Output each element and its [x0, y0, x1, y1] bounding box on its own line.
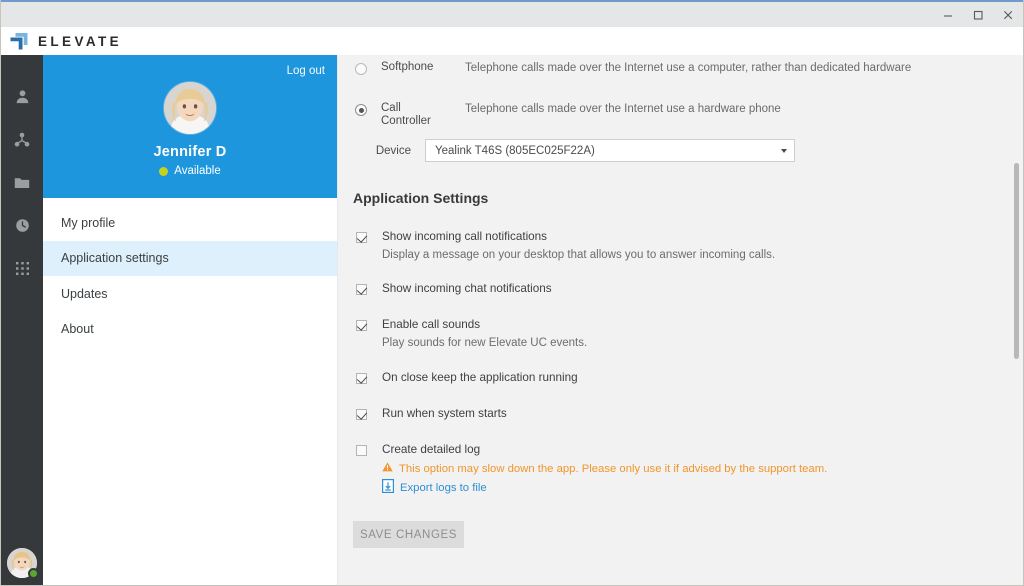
option-label: On close keep the application running: [382, 371, 578, 384]
option-create-detailed-log: Create detailed log This option may slow…: [353, 443, 1023, 496]
call-controller-label-line2: Controller: [381, 115, 431, 127]
profile-card: Log out Jennifer D Available: [43, 55, 337, 198]
rail-item-files[interactable]: [1, 161, 43, 204]
rail-avatar[interactable]: [7, 548, 39, 579]
option-row[interactable]: Enable call sounds: [353, 318, 1023, 332]
availability-dot-icon: [159, 166, 169, 176]
settings-menu: My profile Application settings Updates …: [43, 198, 337, 585]
menu-item-updates[interactable]: Updates: [43, 276, 337, 312]
logout-link[interactable]: Log out: [287, 65, 325, 77]
app-body: Log out Jennifer D Available My profile …: [1, 55, 1023, 585]
softphone-option-row[interactable]: Softphone Telephone calls made over the …: [353, 61, 1023, 75]
menu-item-my-profile[interactable]: My profile: [43, 205, 337, 241]
rail-item-history[interactable]: [1, 204, 43, 247]
rail-item-dialpad[interactable]: [1, 247, 43, 290]
create-detailed-log-checkbox[interactable]: [356, 445, 367, 456]
brand-bar: ELEVATE: [1, 27, 1023, 55]
call-controller-option-row[interactable]: Call Controller Telephone calls made ove…: [353, 102, 1023, 128]
option-row[interactable]: Show incoming chat notifications: [353, 282, 1023, 296]
on-close-keep-running-checkbox[interactable]: [356, 373, 367, 384]
rail-item-contacts[interactable]: [1, 75, 43, 118]
presence-dot: [28, 568, 39, 579]
clock-history-icon: [15, 218, 30, 233]
option-enable-call-sounds: Enable call sounds Play sounds for new E…: [353, 318, 1023, 350]
profile-name: Jennifer D: [153, 144, 227, 160]
folder-icon: [14, 176, 30, 190]
application-settings-title: Application Settings: [353, 190, 489, 206]
menu-item-label: My profile: [61, 215, 116, 230]
chevron-down-icon: [781, 148, 787, 153]
run-when-system-starts-checkbox[interactable]: [356, 409, 367, 420]
show-incoming-call-notifications-checkbox[interactable]: [356, 232, 367, 243]
detailed-log-warning-text: This option may slow down the app. Pleas…: [399, 462, 828, 475]
content-scrollbar[interactable]: [1009, 55, 1023, 585]
call-controller-label-line1: Call: [381, 102, 401, 114]
application-window: ELEVATE Log out Jennifer D Available My …: [0, 0, 1024, 586]
menu-item-label: About: [61, 322, 94, 337]
export-logs-to-file-link[interactable]: Export logs to file: [400, 482, 487, 494]
left-panel: Log out Jennifer D Available My profile …: [43, 55, 338, 585]
group-contacts-icon: [14, 132, 30, 148]
minimize-button[interactable]: [933, 2, 963, 27]
detailed-log-warning: This option may slow down the app. Pleas…: [353, 462, 1023, 475]
softphone-radio[interactable]: [355, 63, 367, 75]
warning-triangle-icon: [382, 462, 399, 475]
option-row[interactable]: On close keep the application running: [353, 371, 1023, 385]
profile-avatar[interactable]: [164, 82, 216, 134]
option-run-when-system-starts: Run when system starts: [353, 407, 1023, 421]
softphone-description: Telephone calls made over the Internet u…: [465, 62, 912, 74]
export-logs-row[interactable]: Export logs to file: [353, 479, 1023, 496]
scrollbar-thumb[interactable]: [1014, 163, 1019, 359]
window-titlebar: [1, 0, 1023, 27]
option-label: Create detailed log: [382, 443, 481, 456]
menu-item-label: Application settings: [61, 251, 169, 266]
maximize-button[interactable]: [963, 2, 993, 27]
elevate-logo-icon: [9, 32, 29, 50]
rail-item-groups[interactable]: [1, 118, 43, 161]
menu-item-about[interactable]: About: [43, 312, 337, 348]
option-label: Enable call sounds: [382, 318, 481, 331]
document-download-icon: [382, 479, 400, 496]
option-show-incoming-chat-notifications: Show incoming chat notifications: [353, 282, 1023, 296]
menu-item-label: Updates: [61, 286, 108, 301]
option-sublabel: Play sounds for new Elevate UC events.: [382, 337, 588, 349]
call-controller-label: Call Controller: [381, 102, 443, 128]
show-incoming-chat-notifications-checkbox[interactable]: [356, 284, 367, 295]
icon-rail: [1, 55, 43, 585]
close-button[interactable]: [993, 2, 1023, 27]
option-label: Show incoming chat notifications: [382, 282, 552, 295]
dialpad-icon: [15, 261, 30, 276]
profile-status-label: Available: [174, 165, 221, 177]
settings-content: Softphone Telephone calls made over the …: [338, 55, 1023, 585]
call-controller-description: Telephone calls made over the Internet u…: [465, 103, 781, 115]
enable-call-sounds-checkbox[interactable]: [356, 320, 367, 331]
profile-status: Available: [159, 165, 221, 177]
option-on-close-keep-running: On close keep the application running: [353, 371, 1023, 385]
menu-item-application-settings[interactable]: Application settings: [43, 240, 337, 276]
softphone-label: Softphone: [381, 61, 434, 73]
brand-name: ELEVATE: [38, 33, 123, 49]
device-row: Device Yealink T46S (805EC025F22A): [353, 139, 1023, 162]
call-controller-radio[interactable]: [355, 104, 367, 116]
person-icon: [15, 89, 30, 104]
option-row[interactable]: Run when system starts: [353, 407, 1023, 421]
option-row[interactable]: Create detailed log: [353, 443, 1023, 457]
option-show-incoming-call-notifications: Show incoming call notifications Display…: [353, 230, 1023, 262]
save-changes-button[interactable]: SAVE CHANGES: [353, 521, 464, 548]
device-select[interactable]: Yealink T46S (805EC025F22A): [425, 139, 795, 162]
device-label: Device: [375, 144, 411, 157]
option-sublabel: Display a message on your desktop that a…: [382, 249, 776, 261]
option-label: Run when system starts: [382, 407, 507, 420]
device-select-value: Yealink T46S (805EC025F22A): [435, 144, 595, 157]
option-row[interactable]: Show incoming call notifications: [353, 230, 1023, 244]
option-label: Show incoming call notifications: [382, 230, 548, 243]
